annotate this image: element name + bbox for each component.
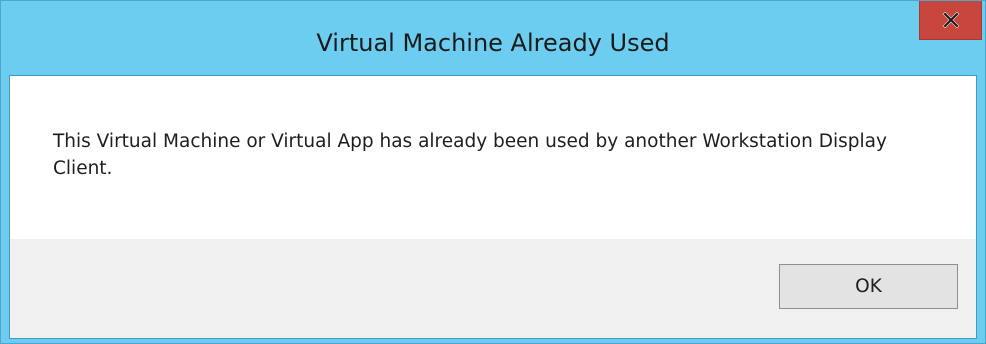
title-bar[interactable]: Virtual Machine Already Used (1, 1, 985, 75)
dialog-client-area: This Virtual Machine or Virtual App has … (9, 75, 977, 339)
close-button[interactable] (919, 1, 982, 40)
dialog-window: Virtual Machine Already Used This Virtua… (0, 0, 986, 344)
message-panel: This Virtual Machine or Virtual App has … (10, 76, 976, 239)
close-icon (942, 12, 960, 28)
dialog-message: This Virtual Machine or Virtual App has … (53, 131, 887, 179)
ok-button[interactable]: OK (779, 264, 958, 309)
dialog-title: Virtual Machine Already Used (316, 29, 670, 57)
